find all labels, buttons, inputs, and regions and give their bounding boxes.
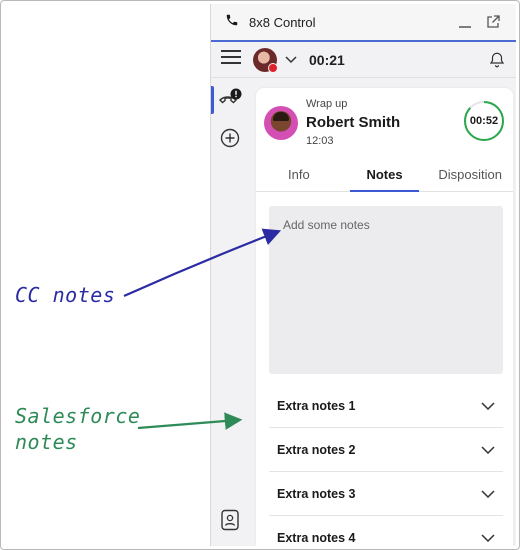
extra-notes-list: Extra notes 1 Extra notes 2 Extra notes … bbox=[269, 384, 503, 546]
extra-notes-item[interactable]: Extra notes 1 bbox=[269, 384, 503, 428]
salesforce-annotation-line2: notes bbox=[15, 430, 78, 454]
rail-item-new[interactable] bbox=[211, 120, 249, 160]
popout-icon[interactable] bbox=[482, 11, 504, 33]
extra-notes-item[interactable]: Extra notes 2 bbox=[269, 428, 503, 472]
call-timer: 00:21 bbox=[309, 51, 345, 68]
tab-disposition[interactable]: Disposition bbox=[427, 158, 513, 191]
extra-notes-label: Extra notes 1 bbox=[277, 398, 356, 413]
plus-circle-icon bbox=[220, 128, 240, 153]
side-rail bbox=[211, 80, 249, 546]
extra-notes-item[interactable]: Extra notes 4 bbox=[269, 516, 503, 546]
chevron-down-icon[interactable] bbox=[285, 55, 297, 64]
chevron-down-icon bbox=[481, 399, 495, 413]
call-header: Wrap up Robert Smith 12:03 00:52 bbox=[256, 88, 513, 154]
panel-tabs: Info Notes Disposition bbox=[256, 158, 513, 192]
title-bar: 8x8 Control bbox=[211, 4, 516, 42]
wrapup-countdown: 00:52 bbox=[469, 115, 499, 127]
control-widget: 8x8 Control 00:21 Wrap up Robert Smith 1… bbox=[210, 4, 516, 546]
rail-item-calls[interactable] bbox=[211, 80, 249, 120]
rail-item-contacts[interactable] bbox=[211, 502, 249, 542]
minimize-icon[interactable] bbox=[454, 11, 476, 33]
extra-notes-label: Extra notes 3 bbox=[277, 486, 356, 501]
chevron-down-icon bbox=[481, 487, 495, 501]
hamburger-icon[interactable] bbox=[221, 50, 241, 69]
salesforce-notes-annotation: Salesforce notes bbox=[15, 403, 140, 455]
phone-alert-icon bbox=[218, 88, 242, 113]
phone-icon bbox=[225, 13, 239, 32]
chevron-down-icon bbox=[481, 531, 495, 545]
notes-textarea[interactable]: Add some notes bbox=[269, 206, 503, 374]
app-title: 8x8 Control bbox=[249, 14, 316, 30]
notes-placeholder: Add some notes bbox=[283, 218, 370, 232]
contacts-icon bbox=[220, 509, 240, 536]
extra-notes-item[interactable]: Extra notes 3 bbox=[269, 472, 503, 516]
extra-notes-label: Extra notes 2 bbox=[277, 442, 356, 457]
extra-notes-label: Extra notes 4 bbox=[277, 531, 356, 545]
status-bar: 00:21 bbox=[211, 42, 516, 78]
tab-notes[interactable]: Notes bbox=[342, 158, 428, 192]
chevron-down-icon bbox=[481, 443, 495, 457]
call-time: 12:03 bbox=[306, 135, 334, 147]
status-dot bbox=[268, 62, 278, 73]
caller-name: Robert Smith bbox=[306, 114, 401, 131]
salesforce-annotation-line1: Salesforce bbox=[15, 404, 141, 428]
bell-icon[interactable] bbox=[488, 51, 506, 69]
agent-avatar[interactable] bbox=[253, 47, 278, 73]
caller-avatar bbox=[264, 106, 298, 140]
call-panel: Wrap up Robert Smith 12:03 00:52 Info No… bbox=[256, 88, 513, 546]
call-status-label: Wrap up bbox=[306, 98, 348, 110]
tab-info[interactable]: Info bbox=[256, 158, 342, 191]
cc-notes-annotation: CC notes bbox=[15, 283, 116, 307]
